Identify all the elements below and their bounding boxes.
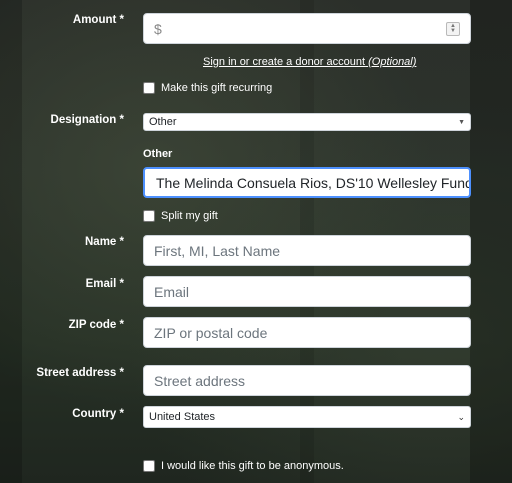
country-label: Country * <box>72 408 124 420</box>
donor-account-link-text: Sign in or create a donor account <box>203 56 366 68</box>
amount-placeholder: $ <box>154 20 162 37</box>
street-label: Street address * <box>36 367 124 379</box>
other-label: Other <box>143 148 173 160</box>
other-value: The Melinda Consuela Rios, DS'10 Wellesl… <box>156 174 471 191</box>
other-input[interactable]: The Melinda Consuela Rios, DS'10 Wellesl… <box>143 167 471 198</box>
background-pillar-right <box>470 0 512 483</box>
email-label: Email * <box>85 278 124 290</box>
street-placeholder: Street address <box>154 372 246 389</box>
donor-account-optional: (Optional) <box>368 56 417 68</box>
recurring-gift-option[interactable]: Make this gift recurring <box>143 82 272 94</box>
anonymous-label: I would like this gift to be anonymous. <box>161 460 344 472</box>
donor-account-link[interactable]: Sign in or create a donor account (Optio… <box>203 56 416 68</box>
email-placeholder: Email <box>154 283 190 300</box>
amount-label: Amount * <box>72 14 124 26</box>
country-select[interactable]: United States ⌄ <box>143 406 471 428</box>
street-input[interactable]: Street address <box>143 365 471 396</box>
name-label: Name * <box>85 236 124 248</box>
chevron-down-icon: ▼ <box>458 118 465 126</box>
designation-selected: Other <box>149 116 177 128</box>
chevron-down-icon: ⌄ <box>457 411 465 422</box>
country-selected: United States <box>149 411 216 423</box>
background-pillar-left <box>0 0 22 483</box>
email-input[interactable]: Email <box>143 276 471 307</box>
split-gift-option[interactable]: Split my gift <box>143 210 218 222</box>
split-label: Split my gift <box>161 210 218 222</box>
split-checkbox[interactable] <box>143 210 155 222</box>
anonymous-gift-option[interactable]: I would like this gift to be anonymous. <box>143 460 344 472</box>
recurring-checkbox[interactable] <box>143 82 155 94</box>
zip-placeholder: ZIP or postal code <box>154 324 268 341</box>
designation-select[interactable]: Other ▼ <box>143 113 471 131</box>
anonymous-checkbox[interactable] <box>143 460 155 472</box>
designation-label: Designation * <box>50 114 124 126</box>
zip-label: ZIP code * <box>68 319 124 331</box>
zip-input[interactable]: ZIP or postal code <box>143 317 471 348</box>
name-input[interactable]: First, MI, Last Name <box>143 235 471 266</box>
number-stepper-icon[interactable]: ▲ ▼ <box>446 21 460 36</box>
recurring-label: Make this gift recurring <box>161 82 273 94</box>
name-placeholder: First, MI, Last Name <box>154 242 281 259</box>
amount-input[interactable]: $ ▲ ▼ <box>143 13 471 44</box>
